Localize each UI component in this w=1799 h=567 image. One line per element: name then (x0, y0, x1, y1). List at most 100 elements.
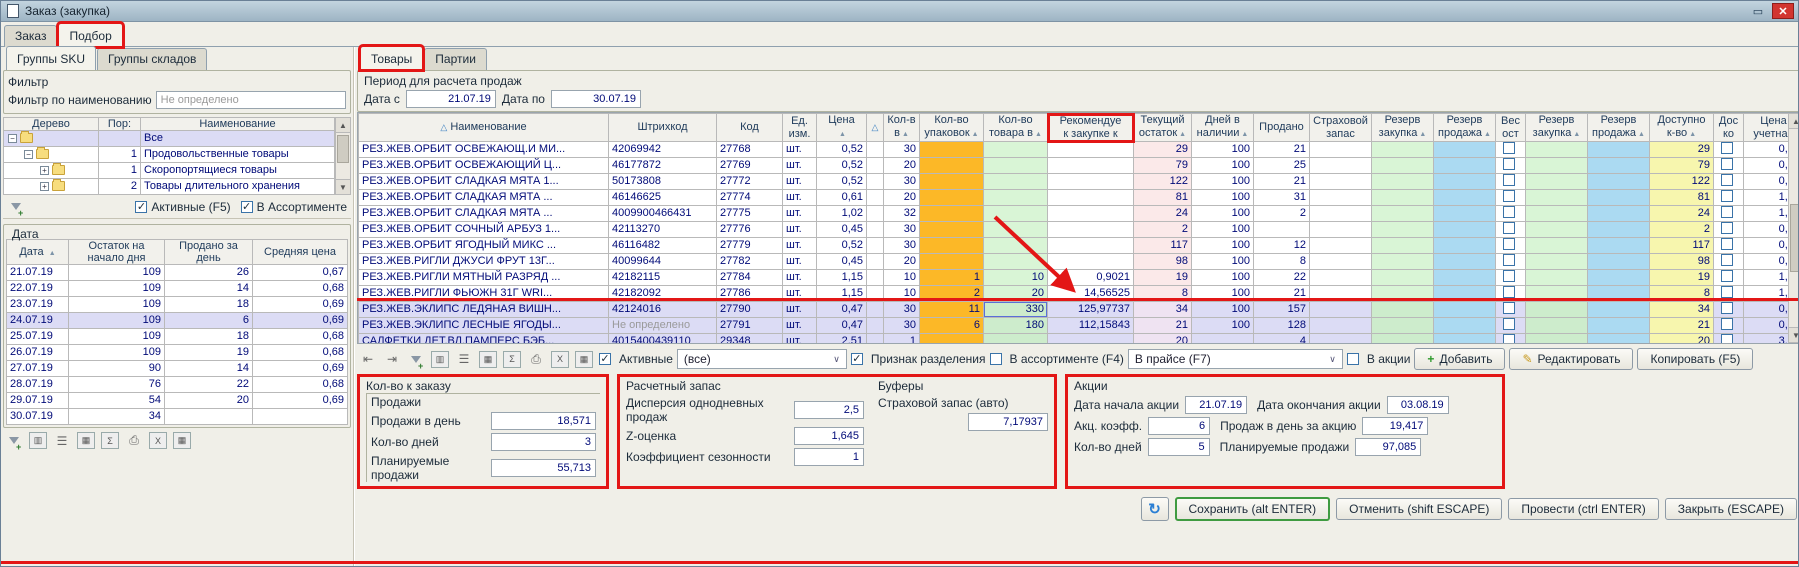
row-checkbox[interactable] (1721, 238, 1733, 250)
date-cell[interactable]: 19 (165, 345, 253, 361)
filter-name-input[interactable]: Не определено (156, 91, 346, 109)
product-cell[interactable] (920, 158, 984, 174)
product-cell[interactable]: РЕЗ.ЖЕВ.ОРБИТ СЛАДКАЯ МЯТА 1... (359, 174, 609, 190)
product-cell[interactable]: РЕЗ.ЖЕВ.ОРБИТ СЛАДКАЯ МЯТА ... (359, 206, 609, 222)
product-cell[interactable] (1434, 302, 1496, 318)
product-cell[interactable]: 100 (1192, 190, 1254, 206)
product-cell[interactable]: 20 (884, 254, 920, 270)
product-cell[interactable] (1434, 190, 1496, 206)
product-cell[interactable] (867, 254, 884, 270)
seasonality-field[interactable]: 1 (794, 448, 864, 466)
product-cell[interactable] (1526, 190, 1588, 206)
product-cell[interactable]: 0,52 (817, 158, 867, 174)
print-icon[interactable]: ⎙ (527, 351, 545, 368)
date-cell[interactable]: 27.07.19 (7, 361, 69, 377)
product-cell[interactable]: 1,15 (817, 270, 867, 286)
products-col-кол-во-товарав[interactable]: Кол-вотовара в▲ (984, 114, 1048, 142)
tab-batches[interactable]: Партии (424, 48, 487, 70)
product-cell[interactable] (1310, 270, 1372, 286)
calculator-icon[interactable]: ▦ (77, 432, 95, 449)
product-row[interactable]: РЕЗ.ЖЕВ.ОРБИТ ОСВЕЖАЮЩИЙ Ц...46177872277… (359, 158, 1799, 174)
product-cell[interactable]: 27782 (717, 254, 783, 270)
product-cell[interactable]: Не определено (609, 318, 717, 334)
product-cell[interactable] (1372, 270, 1434, 286)
product-cell[interactable] (1526, 238, 1588, 254)
maximize-button[interactable]: ▭ (1747, 3, 1769, 19)
product-cell[interactable]: 0,45 (817, 222, 867, 238)
product-cell[interactable]: 40099644 (609, 254, 717, 270)
product-cell[interactable] (867, 158, 884, 174)
columns-icon[interactable]: ▥ (29, 432, 47, 449)
date-row[interactable]: 22.07.19109140,68 (7, 281, 348, 297)
product-cell[interactable] (867, 222, 884, 238)
row-checkbox[interactable] (1721, 318, 1733, 330)
product-cell[interactable]: шт. (783, 174, 817, 190)
product-cell[interactable]: 25 (1254, 158, 1310, 174)
product-cell[interactable] (1434, 142, 1496, 158)
tab-goods[interactable]: Товары (360, 46, 423, 70)
tree-scrollbar[interactable]: ▲ ▼ (335, 117, 351, 195)
date-col-avgprice[interactable]: Средняя цена (253, 240, 348, 265)
product-cell[interactable]: 34 (1650, 302, 1714, 318)
product-cell[interactable] (1048, 222, 1134, 238)
product-cell[interactable] (1434, 158, 1496, 174)
product-cell[interactable]: 19 (1650, 270, 1714, 286)
product-cell[interactable]: 21 (1650, 318, 1714, 334)
product-cell[interactable]: РЕЗ.ЖЕВ.ОРБИТ СЛАДКАЯ МЯТА ... (359, 190, 609, 206)
product-cell[interactable] (1372, 318, 1434, 334)
product-cell[interactable] (1526, 302, 1588, 318)
product-cell[interactable] (920, 238, 984, 254)
split-flag-checkbox[interactable]: ✓ (851, 353, 863, 365)
product-cell[interactable] (867, 302, 884, 318)
product-cell[interactable] (867, 142, 884, 158)
product-cell[interactable] (1048, 334, 1134, 345)
product-cell[interactable]: 30 (884, 302, 920, 318)
product-cell[interactable]: 4009900466431 (609, 206, 717, 222)
date-cell[interactable]: 14 (165, 281, 253, 297)
row-checkbox[interactable] (1721, 206, 1733, 218)
product-cell[interactable] (1588, 270, 1650, 286)
product-cell[interactable] (984, 238, 1048, 254)
active-checkbox[interactable]: ✓ (599, 353, 611, 365)
product-cell[interactable] (1496, 238, 1526, 254)
product-cell[interactable]: 330 (984, 302, 1048, 318)
close-document-button[interactable]: Закрыть (ESCAPE) (1665, 498, 1797, 520)
product-cell[interactable]: 122 (1650, 174, 1714, 190)
product-cell[interactable]: 0,47 (817, 302, 867, 318)
product-cell[interactable]: 100 (1192, 238, 1254, 254)
scroll-down-icon[interactable]: ▼ (1789, 327, 1799, 342)
tree-row[interactable]: −Все (4, 131, 335, 147)
product-cell[interactable] (1588, 142, 1650, 158)
tree-order-cell[interactable] (99, 131, 141, 147)
product-cell[interactable] (1714, 302, 1744, 318)
product-cell[interactable] (1526, 254, 1588, 270)
product-cell[interactable]: 22 (1254, 270, 1310, 286)
product-cell[interactable]: 20 (1134, 334, 1192, 345)
save-button[interactable]: Сохранить (alt ENTER) (1175, 497, 1331, 521)
product-cell[interactable] (1588, 222, 1650, 238)
products-col-ед-изм[interactable]: Ед.изм. (783, 114, 817, 142)
product-cell[interactable]: 29 (1134, 142, 1192, 158)
product-cell[interactable] (1526, 270, 1588, 286)
row-checkbox[interactable] (1503, 238, 1515, 250)
product-cell[interactable]: 10 (984, 270, 1048, 286)
planned-sales-field[interactable]: 55,713 (491, 459, 596, 477)
date-cell[interactable]: 0,68 (253, 377, 348, 393)
product-row[interactable]: РЕЗ.ЖЕВ.ОРБИТ ОСВЕЖАЮЩ.И МИ...4206994227… (359, 142, 1799, 158)
product-cell[interactable] (984, 254, 1048, 270)
date-cell[interactable]: 34 (69, 409, 165, 425)
collapse-icon[interactable]: − (24, 150, 33, 159)
product-cell[interactable]: 30 (884, 238, 920, 254)
products-col-вес-ост[interactable]: Весост (1496, 114, 1526, 142)
product-cell[interactable]: шт. (783, 222, 817, 238)
product-cell[interactable]: 27790 (717, 302, 783, 318)
products-col-резерв-закупка[interactable]: Резервзакупка▲ (1372, 114, 1434, 142)
product-cell[interactable]: 42113270 (609, 222, 717, 238)
product-cell[interactable]: 27775 (717, 206, 783, 222)
print-icon[interactable]: ⎙ (125, 432, 143, 449)
product-cell[interactable] (1310, 302, 1372, 318)
product-cell[interactable] (1714, 334, 1744, 345)
product-cell[interactable]: РЕЗ.ЖЕВ.ОРБИТ ОСВЕЖАЮЩ.И МИ... (359, 142, 609, 158)
dispersion-field[interactable]: 2,5 (794, 401, 864, 419)
date-cell[interactable]: 0,69 (253, 361, 348, 377)
